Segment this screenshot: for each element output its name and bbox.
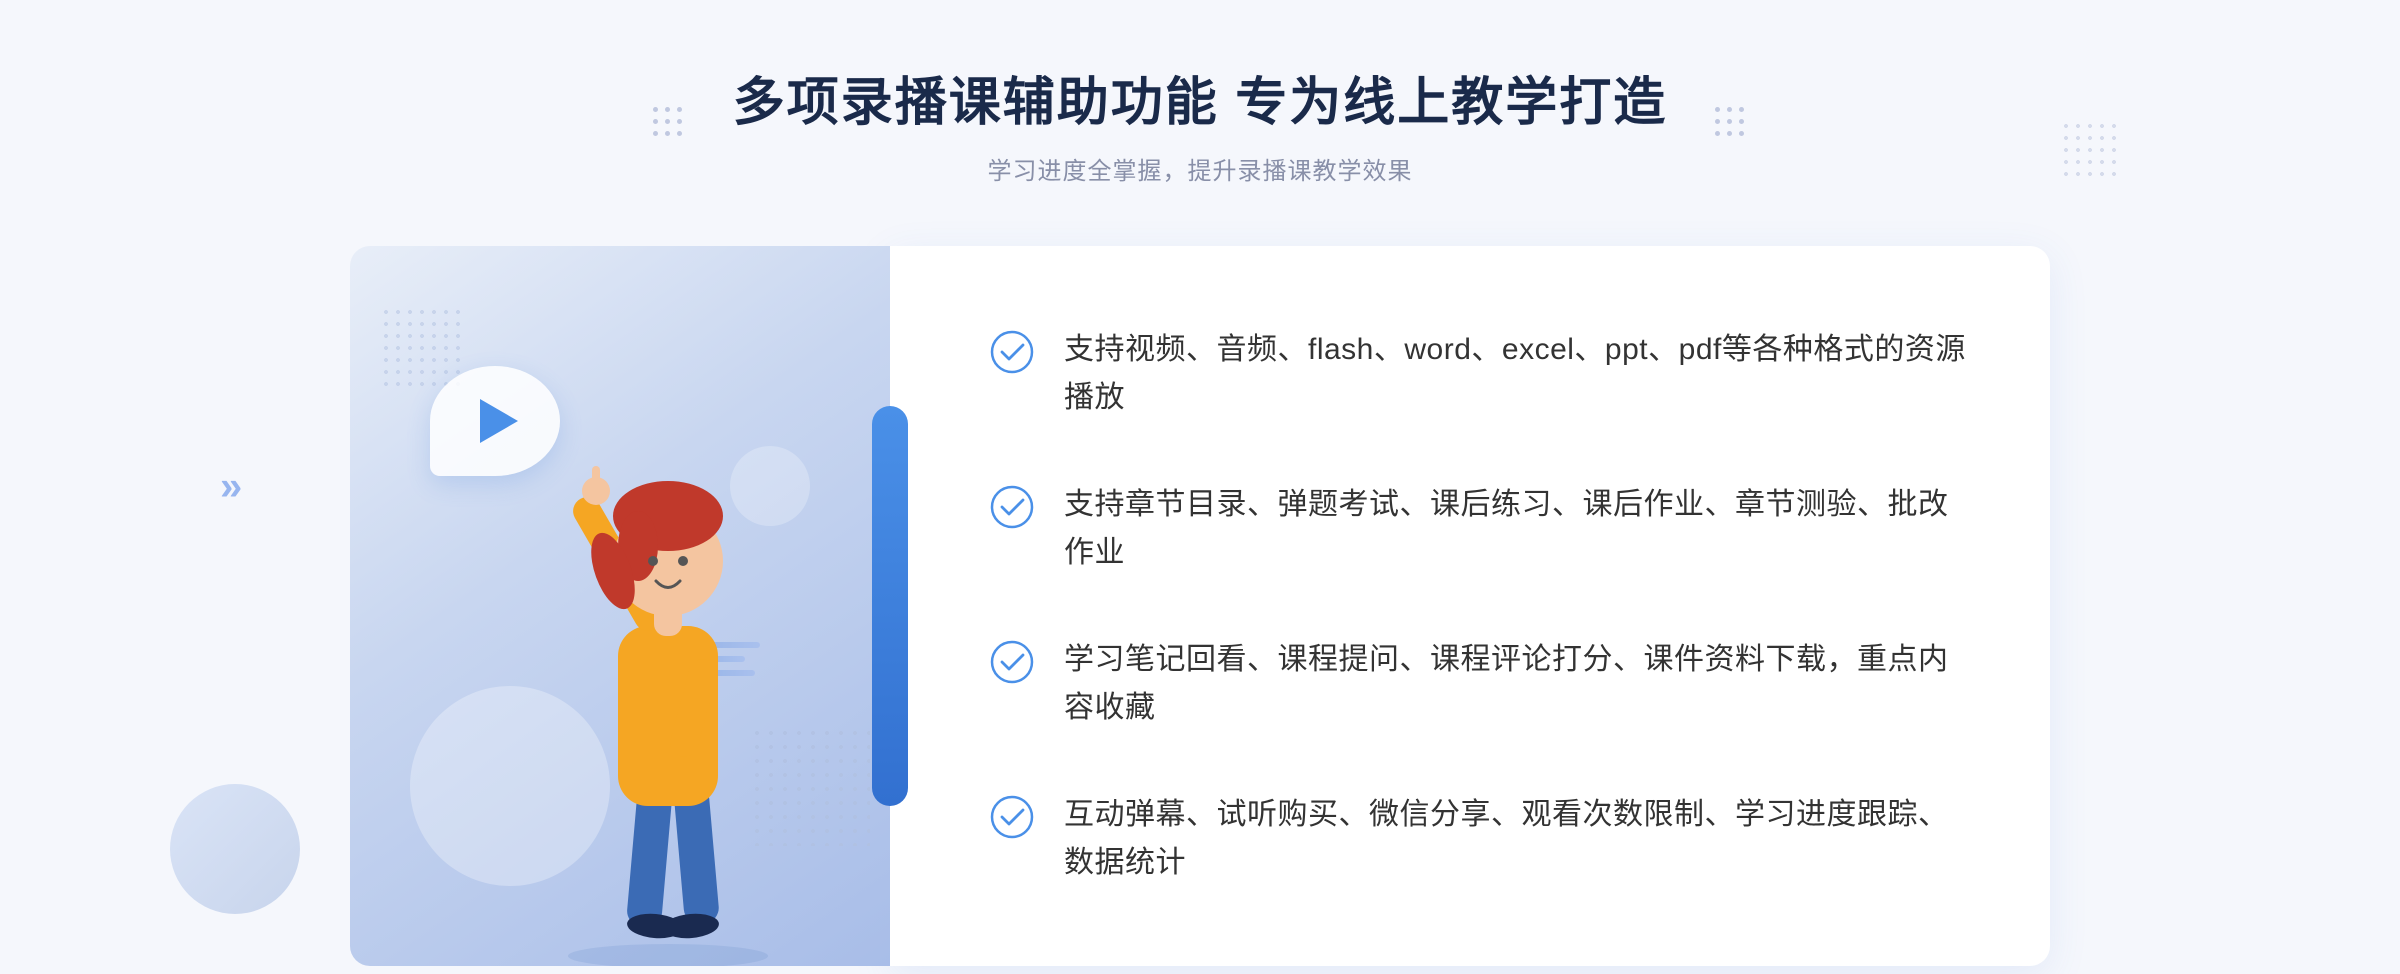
- page-subtitle: 学习进度全掌握，提升录播课教学效果: [733, 151, 1667, 186]
- blue-accent-bar: [872, 406, 908, 806]
- feature-text-4: 互动弹幕、试听购买、微信分享、观看次数限制、学习进度跟踪、数据统计: [1064, 791, 1970, 887]
- header-deco-left: [653, 107, 685, 139]
- person-illustration: [508, 386, 828, 966]
- feature-item-3: 学习笔记回看、课程提问、课程评论打分、课件资料下载，重点内容收藏: [990, 620, 1970, 748]
- feature-item-1: 支持视频、音频、flash、word、excel、ppt、pdf等各种格式的资源…: [990, 310, 1970, 438]
- illustration-panel: [350, 246, 890, 966]
- info-panel: 支持视频、音频、flash、word、excel、ppt、pdf等各种格式的资源…: [890, 246, 2050, 966]
- feature-text-3: 学习笔记回看、课程提问、课程评论打分、课件资料下载，重点内容收藏: [1064, 636, 1970, 732]
- header-section: 多项录播课辅助功能 专为线上教学打造 学习进度全掌握，提升录播课教学效果: [733, 60, 1667, 186]
- content-area: 支持视频、音频、flash、word、excel、ppt、pdf等各种格式的资源…: [350, 246, 2050, 966]
- check-icon-4: [990, 795, 1034, 839]
- feature-item-4: 互动弹幕、试听购买、微信分享、观看次数限制、学习进度跟踪、数据统计: [990, 775, 1970, 903]
- dots-top-right-decoration: [2060, 120, 2120, 180]
- check-icon-1: [990, 330, 1034, 374]
- feature-item-2: 支持章节目录、弹题考试、课后练习、课后作业、章节测验、批改作业: [990, 465, 1970, 593]
- circle-deco-bottom-left: [170, 784, 300, 914]
- dot-grid-left: [653, 107, 685, 139]
- feature-text-1: 支持视频、音频、flash、word、excel、ppt、pdf等各种格式的资源…: [1064, 326, 1970, 422]
- feature-text-2: 支持章节目录、弹题考试、课后练习、课后作业、章节测验、批改作业: [1064, 481, 1970, 577]
- dot-grid-right: [1715, 107, 1747, 139]
- header-deco-right: [1715, 107, 1747, 139]
- illustration-dots-top: [380, 306, 460, 386]
- page-title: 多项录播课辅助功能 专为线上教学打造: [733, 60, 1667, 135]
- check-icon-2: [990, 485, 1034, 529]
- side-arrows-decoration: »: [220, 465, 242, 510]
- check-icon-3: [990, 640, 1034, 684]
- page-container: 多项录播课辅助功能 专为线上教学打造 学习进度全掌握，提升录播课教学效果 »: [0, 0, 2400, 974]
